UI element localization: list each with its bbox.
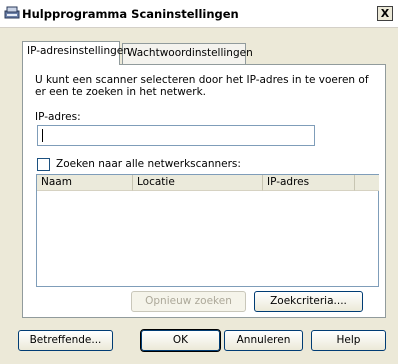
tab-ip-address-settings[interactable]: IP-adresinstellingen [22, 41, 130, 65]
title-bar: Hulpprogramma Scaninstellingen X [0, 0, 398, 28]
description-text: U kunt een scanner selecteren door het I… [35, 74, 369, 98]
column-header-name[interactable]: Naam [37, 175, 133, 191]
ok-button[interactable]: OK [140, 329, 221, 352]
close-button[interactable]: X [377, 6, 393, 21]
scanner-list[interactable]: Naam Locatie IP-adres [36, 174, 379, 287]
column-header-extra [355, 175, 379, 191]
ip-address-input[interactable] [37, 125, 315, 146]
scanner-list-header: Naam Locatie IP-adres [37, 175, 379, 191]
scanner-app-icon [4, 6, 20, 19]
about-button[interactable]: Betreffende... [18, 330, 113, 351]
cancel-button[interactable]: Annuleren [224, 330, 303, 351]
window-title: Hulpprogramma Scaninstellingen [22, 7, 239, 21]
scan-settings-dialog: Hulpprogramma Scaninstellingen X IP-adre… [0, 0, 398, 364]
search-again-button[interactable]: Opnieuw zoeken [131, 291, 246, 312]
ip-address-label: IP-adres: [35, 111, 81, 123]
text-caret [42, 129, 43, 142]
column-header-location[interactable]: Locatie [133, 175, 263, 191]
search-all-label[interactable]: Zoeken naar alle netwerkscanners: [56, 158, 241, 170]
search-criteria-button[interactable]: Zoekcriteria.... [254, 291, 363, 312]
tab-panel-ip-address: U kunt een scanner selecteren door het I… [22, 64, 386, 318]
help-button[interactable]: Help [311, 330, 386, 351]
column-header-ip-address[interactable]: IP-adres [263, 175, 355, 191]
tab-password-settings[interactable]: Wachtwoordinstellingen [122, 43, 253, 64]
search-all-checkbox[interactable] [37, 158, 50, 171]
